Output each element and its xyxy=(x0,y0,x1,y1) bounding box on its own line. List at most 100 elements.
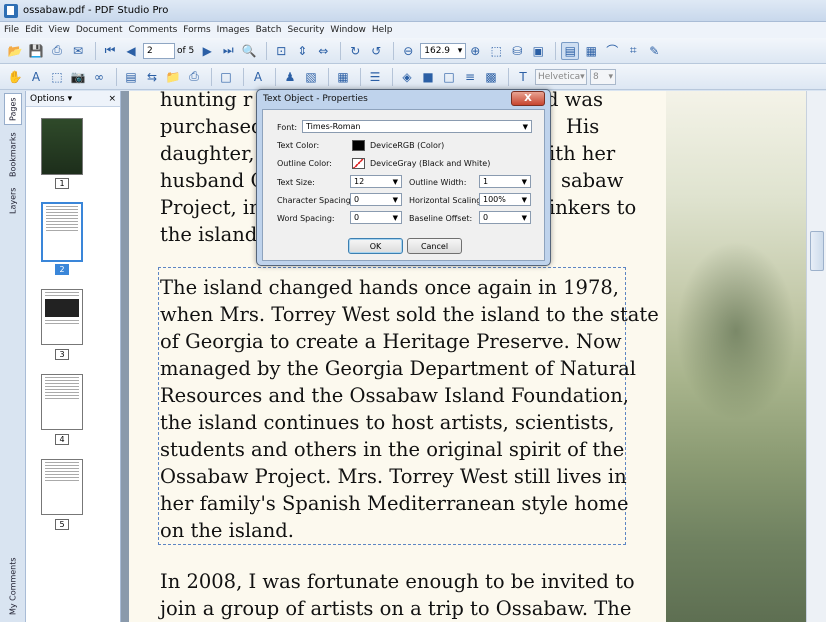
camera-icon[interactable]: 📷 xyxy=(69,68,87,86)
text-color-swatch[interactable] xyxy=(352,140,365,151)
menu-batch[interactable]: Batch xyxy=(256,25,282,35)
doc-selected-line[interactable]: Ossabaw Project. Mrs. Torrey West still … xyxy=(160,463,627,490)
menu-document[interactable]: Document xyxy=(76,25,123,35)
line-color-icon[interactable]: ■ xyxy=(419,68,437,86)
menu-comments[interactable]: Comments xyxy=(129,25,178,35)
menu-help[interactable]: Help xyxy=(372,25,393,35)
print-icon[interactable]: ⎙ xyxy=(48,42,66,60)
outline-width-select[interactable]: 1 ▼ xyxy=(479,175,531,188)
ocr-icon[interactable]: ⌒ xyxy=(603,42,621,60)
first-page-icon[interactable]: ⏮ xyxy=(101,42,119,60)
font-select[interactable]: Times-Roman ▼ xyxy=(302,120,532,133)
text-select-icon[interactable]: A xyxy=(27,68,45,86)
thumbnail-page-4[interactable] xyxy=(41,374,83,430)
find-icon[interactable]: 🔍 xyxy=(240,42,258,60)
text-color-icon[interactable]: A xyxy=(249,68,267,86)
redact-icon[interactable]: ▣ xyxy=(529,42,547,60)
text-size-label: Text Size: xyxy=(277,178,315,187)
zoom-out-icon[interactable]: ⊖ xyxy=(399,42,417,60)
folder-new-icon[interactable]: 📁 xyxy=(164,68,182,86)
doc-selected-line[interactable]: the island continues to host artists, sc… xyxy=(160,409,614,436)
prev-page-icon[interactable]: ◀ xyxy=(122,42,140,60)
doc-selected-line[interactable]: on the island. xyxy=(160,517,294,544)
opacity-icon[interactable]: ▩ xyxy=(482,68,500,86)
attach-icon[interactable]: ⇆ xyxy=(143,68,161,86)
stamp-icon[interactable]: ⛁ xyxy=(508,42,526,60)
doc-line: husband C xyxy=(160,169,266,192)
align-icon[interactable]: ☰ xyxy=(366,68,384,86)
word-spacing-select[interactable]: 0 ▼ xyxy=(350,211,402,224)
thumbnail-page-5[interactable] xyxy=(41,459,83,515)
tab-my-comments[interactable]: My Comments xyxy=(4,557,22,615)
image-icon[interactable]: ▧ xyxy=(302,68,320,86)
fit-width-icon[interactable]: ⇔ xyxy=(314,42,332,60)
grid-icon[interactable]: ▦ xyxy=(334,68,352,86)
marquee-zoom-icon[interactable]: ⬚ xyxy=(487,42,505,60)
doc-selected-line[interactable]: Resources and the Ossabaw Island Foundat… xyxy=(160,382,629,409)
save-icon[interactable]: 💾 xyxy=(27,42,45,60)
menu-file[interactable]: File xyxy=(4,25,19,35)
snapshot-icon[interactable]: ⬚ xyxy=(48,68,66,86)
fit-page-icon[interactable]: ⇕ xyxy=(293,42,311,60)
thumbnail-page-2[interactable] xyxy=(41,202,83,262)
email-icon[interactable]: ✉ xyxy=(69,42,87,60)
sign-icon[interactable]: ✎ xyxy=(645,42,663,60)
dialog-close-button[interactable]: X xyxy=(511,91,545,106)
rectangle-icon[interactable]: □ xyxy=(217,68,235,86)
actual-size-icon[interactable]: ⊡ xyxy=(272,42,290,60)
page-number-input[interactable]: 2 xyxy=(143,42,175,59)
menu-forms[interactable]: Forms xyxy=(183,25,210,35)
font-name-select[interactable]: Helvetica ▾ xyxy=(535,68,587,85)
doc-selected-line[interactable]: students and others in the original spir… xyxy=(160,436,624,463)
stamp-person-icon[interactable]: ♟ xyxy=(281,68,299,86)
tab-pages[interactable]: Pages xyxy=(4,93,22,125)
cancel-button[interactable]: Cancel xyxy=(407,238,462,254)
crop-icon[interactable]: ⌗ xyxy=(624,42,642,60)
options-menu[interactable]: Options ▾ xyxy=(30,94,72,104)
last-page-icon[interactable]: ⏭ xyxy=(219,42,237,60)
close-icon[interactable]: × xyxy=(108,94,116,104)
hand-tool-icon[interactable]: ✋ xyxy=(6,68,24,86)
doc-selected-line[interactable]: her family's Spanish Mediterranean style… xyxy=(160,490,629,517)
menu-security[interactable]: Security xyxy=(287,25,324,35)
thumbnail-page-1[interactable] xyxy=(41,118,83,175)
tab-layers[interactable]: Layers xyxy=(4,185,22,217)
h-scaling-select[interactable]: 100% ▼ xyxy=(479,193,531,206)
menu-edit[interactable]: Edit xyxy=(25,25,42,35)
doc-selected-line[interactable]: The island changed hands once again in 1… xyxy=(160,274,619,301)
doc-selected-line[interactable]: when Mrs. Torrey West sold the island to… xyxy=(160,301,659,328)
ok-button[interactable]: OK xyxy=(348,238,403,254)
thumbnail-page-3[interactable] xyxy=(41,289,83,345)
menu-window[interactable]: Window xyxy=(330,25,366,35)
note-icon[interactable]: ▤ xyxy=(122,68,140,86)
baseline-offset-select[interactable]: 0 ▼ xyxy=(479,211,531,224)
printer-icon[interactable]: ⎙ xyxy=(185,68,203,86)
edit-content-icon[interactable]: ▤ xyxy=(561,41,580,60)
rotate-ccw-icon[interactable]: ↺ xyxy=(367,42,385,60)
form-fields-icon[interactable]: ▦ xyxy=(582,42,600,60)
text-size-select[interactable]: 12 ▼ xyxy=(350,175,402,188)
vertical-scrollbar[interactable] xyxy=(806,91,826,622)
font-tool-icon[interactable]: T xyxy=(514,68,532,86)
doc-selected-line[interactable]: managed by the Georgia Department of Nat… xyxy=(160,355,636,382)
pages-panel: Options ▾ × 1 2 3 4 5 xyxy=(26,91,121,622)
doc-selected-line[interactable]: of Georgia to create a Heritage Preserve… xyxy=(160,328,622,355)
scrollbar-thumb[interactable] xyxy=(810,231,824,271)
font-size-select[interactable]: 8 ▾ xyxy=(590,68,616,85)
open-folder-icon[interactable]: 📂 xyxy=(6,42,24,60)
zoom-input[interactable]: 162.9 ▾ xyxy=(420,42,467,59)
char-spacing-select[interactable]: 0 ▼ xyxy=(350,193,402,206)
menu-view[interactable]: View xyxy=(49,25,70,35)
rotate-cw-icon[interactable]: ↻ xyxy=(346,42,364,60)
outline-color-label: Outline Color: xyxy=(277,159,332,168)
fill-color-icon[interactable]: ◈ xyxy=(398,68,416,86)
line-width-icon[interactable]: ≡ xyxy=(461,68,479,86)
tab-bookmarks[interactable]: Bookmarks xyxy=(4,131,22,179)
zoom-in-icon[interactable]: ⊕ xyxy=(466,42,484,60)
outline-color-value: DeviceGray (Black and White) xyxy=(370,159,491,168)
menu-images[interactable]: Images xyxy=(217,25,250,35)
binoculars-icon[interactable]: ∞ xyxy=(90,68,108,86)
next-page-icon[interactable]: ▶ xyxy=(198,42,216,60)
border-icon[interactable]: □ xyxy=(440,68,458,86)
outline-color-swatch[interactable] xyxy=(352,158,365,169)
